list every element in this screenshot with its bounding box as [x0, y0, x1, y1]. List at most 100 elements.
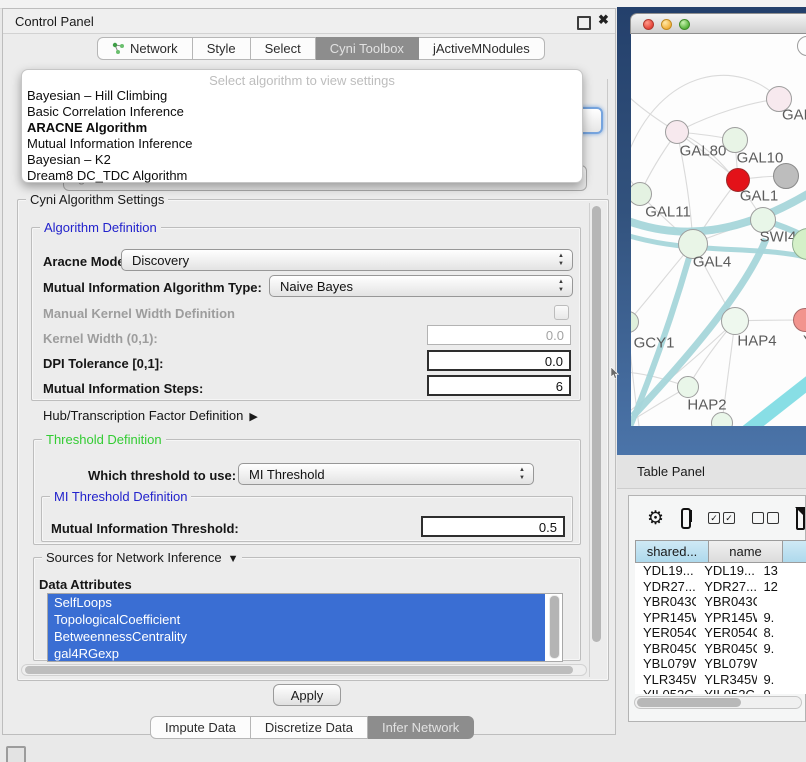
- table-cell: 9: [757, 687, 806, 694]
- grid-corner-icon[interactable]: [6, 746, 26, 762]
- dropdown-item[interactable]: Bayesian – Hill Climbing: [22, 88, 582, 104]
- hub-definition-expander[interactable]: Hub/Transcription Factor Definition▶: [43, 408, 258, 423]
- table-cell: YBL079W: [635, 656, 696, 672]
- create-column-icon[interactable]: [796, 507, 805, 530]
- float-panel-icon[interactable]: [577, 16, 591, 30]
- manual-kernel-checkbox[interactable]: [554, 305, 569, 320]
- network-node-hap4[interactable]: [721, 307, 749, 335]
- threshold-definition-title: Threshold Definition: [42, 432, 166, 447]
- table-row[interactable]: YLR345WYLR345W9.: [635, 672, 806, 688]
- data-attributes-label: Data Attributes: [39, 577, 132, 592]
- table-row[interactable]: YDL19...YDL19...13: [635, 563, 806, 579]
- table-toolbar: ⚙ ✓✓: [629, 496, 805, 540]
- mi-steps-label: Mutual Information Steps:: [43, 381, 203, 396]
- attribute-list-item[interactable]: BetweennessCentrality: [48, 628, 545, 645]
- algorithm-definition-title: Algorithm Definition: [40, 220, 161, 235]
- tab-select[interactable]: Select: [251, 37, 316, 60]
- table-cell: YER054C: [696, 625, 757, 641]
- dpi-tolerance-field[interactable]: 0.0: [427, 350, 571, 371]
- table-cell: YLR345W: [635, 672, 696, 688]
- attribute-list-item[interactable]: TopologicalCoefficient: [48, 611, 545, 628]
- which-threshold-value: MI Threshold: [249, 467, 325, 482]
- which-threshold-combobox[interactable]: MI Threshold ▲▼: [238, 463, 534, 485]
- hide-columns-icon[interactable]: [752, 512, 779, 524]
- attribute-list-item[interactable]: gal4RGexp: [48, 645, 545, 662]
- table-row[interactable]: YBR043CYBR043C: [635, 594, 806, 610]
- table-panel-title: Table Panel: [637, 464, 705, 479]
- dropdown-item[interactable]: Bayesian – K2: [22, 152, 582, 168]
- chevron-right-icon: ▶: [249, 410, 257, 423]
- dropdown-item[interactable]: ARACNE Algorithm: [22, 120, 582, 136]
- mi-type-combobox[interactable]: Naive Bayes ▲▼: [269, 275, 573, 297]
- table-cell: YBR043C: [696, 594, 757, 610]
- tab-network[interactable]: Network: [97, 37, 193, 60]
- node-label: GAL: [782, 107, 806, 124]
- table-row[interactable]: YBL079WYBL079W: [635, 656, 806, 672]
- dropdown-item[interactable]: Dream8 DC_TDC Algorithm: [22, 168, 582, 184]
- table-row[interactable]: YER054CYER054C8.: [635, 625, 806, 641]
- settings-gear-icon[interactable]: ⚙: [647, 507, 664, 530]
- window-minimize-button[interactable]: [661, 19, 672, 30]
- aracne-mode-combobox[interactable]: Discovery ▲▼: [121, 249, 573, 271]
- column-layout-icon[interactable]: [681, 508, 691, 529]
- window-close-button[interactable]: [643, 19, 654, 30]
- mouse-cursor: [610, 367, 620, 380]
- show-columns-icon[interactable]: ✓✓: [708, 512, 735, 524]
- tab-discretize-data[interactable]: Discretize Data: [251, 716, 368, 739]
- settings-scrollbar-thumb[interactable]: [592, 206, 601, 642]
- table-header-row: shared...nameA: [635, 540, 806, 563]
- chevron-down-icon: ▼: [228, 553, 239, 565]
- window-zoom-button[interactable]: [679, 19, 690, 30]
- table-row[interactable]: YPR145WYPR145W9.: [635, 610, 806, 626]
- dropdown-placeholder: Select algorithm to view settings: [22, 73, 582, 88]
- tab-cyni-toolbox[interactable]: Cyni Toolbox: [316, 37, 419, 60]
- mi-type-label: Mutual Information Algorithm Type:: [43, 280, 262, 295]
- dropdown-item[interactable]: Basic Correlation Inference: [22, 104, 582, 120]
- algorithm-dropdown: Select algorithm to view settings Bayesi…: [21, 69, 583, 183]
- tab-impute-data[interactable]: Impute Data: [150, 716, 251, 739]
- node-label: GAL1: [740, 188, 778, 205]
- attributes-list-scrollbar[interactable]: [549, 595, 560, 659]
- mi-threshold-field[interactable]: 0.5: [421, 516, 565, 537]
- node-label: GCY1: [634, 335, 675, 352]
- attribute-list-item[interactable]: SelfLoops: [48, 594, 545, 611]
- table-cell: 12: [757, 579, 806, 595]
- table-cell: YBR045C: [635, 641, 696, 657]
- table-cell: YBR043C: [635, 594, 696, 610]
- network-node-hap2[interactable]: [677, 376, 699, 398]
- network-window-titlebar[interactable]: [630, 13, 806, 34]
- app-screen: GALGAL80GAL10GAL1GAL11SWI4GAL4GCY1HAP4YH…: [0, 0, 806, 762]
- table-row[interactable]: YIL052CYIL052C9: [635, 687, 806, 694]
- mi-threshold-label: Mutual Information Threshold:: [51, 521, 239, 536]
- sources-group-title[interactable]: Sources for Network Inference▼: [42, 550, 242, 565]
- tab-infer-network[interactable]: Infer Network: [368, 716, 474, 739]
- mi-steps-field[interactable]: 6: [427, 375, 571, 396]
- dropdown-item[interactable]: Mutual Information Inference: [22, 136, 582, 152]
- tab-label: Select: [265, 37, 301, 60]
- aracne-mode-label: Aracne Mode:: [43, 254, 129, 269]
- table-row[interactable]: YDR27...YDR27...12: [635, 579, 806, 595]
- data-attributes-list[interactable]: SelfLoopsTopologicalCoefficientBetweenne…: [47, 593, 563, 662]
- table-horizontal-scrollbar[interactable]: [634, 696, 802, 709]
- network-node[interactable]: [773, 163, 799, 189]
- network-canvas[interactable]: GALGAL80GAL10GAL1GAL11SWI4GAL4GCY1HAP4YH…: [631, 34, 806, 426]
- table-cell: YPR145W: [635, 610, 696, 626]
- kernel-width-field[interactable]: 0.0: [427, 325, 571, 345]
- settings-horizontal-scrollbar[interactable]: [21, 664, 587, 676]
- column-header[interactable]: A: [783, 540, 806, 563]
- mi-threshold-group-title: MI Threshold Definition: [50, 489, 191, 504]
- close-panel-icon[interactable]: ✖: [598, 12, 609, 28]
- tab-label: Cyni Toolbox: [330, 37, 404, 60]
- column-header[interactable]: name: [709, 540, 783, 563]
- groupbox-edge-fragment: [607, 79, 608, 195]
- apply-button[interactable]: Apply: [273, 684, 341, 706]
- node-label: GAL10: [737, 150, 784, 167]
- table-row[interactable]: YBR045CYBR045C9.: [635, 641, 806, 657]
- tab-jactivemnodules[interactable]: jActiveMNodules: [419, 37, 545, 60]
- column-header[interactable]: shared...: [635, 540, 709, 563]
- stepper-icon: ▲▼: [517, 466, 527, 482]
- table-cell: [757, 594, 806, 610]
- network-node-gal80[interactable]: [665, 120, 689, 144]
- table-cell: YIL052C: [696, 687, 757, 694]
- tab-style[interactable]: Style: [193, 37, 251, 60]
